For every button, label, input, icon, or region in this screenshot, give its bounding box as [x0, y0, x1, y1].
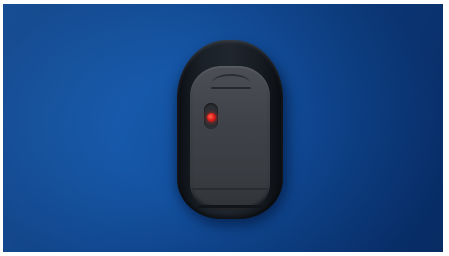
image-frame	[0, 0, 449, 256]
battery-door-seam	[192, 188, 268, 190]
mouse-top-arc	[212, 74, 250, 92]
mouse-bottom-rim	[198, 205, 262, 208]
led-sensor-icon	[207, 113, 216, 122]
mouse-seam-line	[211, 87, 251, 89]
